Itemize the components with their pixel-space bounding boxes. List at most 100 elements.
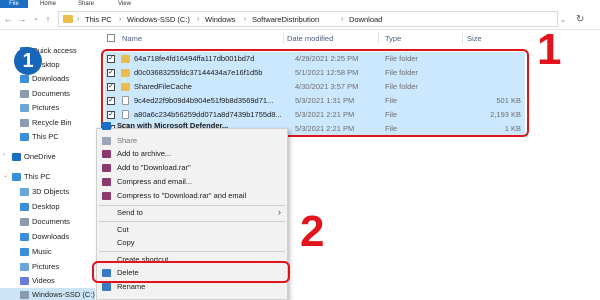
menu-item-label: Send to — [117, 208, 143, 217]
ribbon: File Home Share View — [0, 0, 600, 8]
sidebar-item-label: OneDrive — [24, 152, 56, 161]
forward-arrow-icon[interactable]: → — [16, 13, 28, 25]
share-icon — [102, 137, 111, 145]
crumb-separator: › — [244, 16, 247, 23]
folder-icon — [63, 15, 73, 23]
computer-icon — [12, 173, 21, 181]
column-header-name[interactable]: Name — [122, 34, 142, 43]
archive-icon — [102, 164, 111, 172]
up-arrow-icon[interactable]: ↑ — [42, 13, 54, 25]
recent-locations-icon[interactable]: ⌄ — [30, 13, 42, 25]
sidebar-item-documents[interactable]: Documents — [0, 87, 95, 101]
sidebar-item-this-pc-quick[interactable]: This PC — [0, 130, 95, 144]
menu-separator — [99, 251, 285, 252]
recycle-bin-icon — [20, 119, 29, 127]
menu-item-send-to[interactable]: Send to › — [97, 206, 287, 220]
menu-item-label: Compress to "Download.rar" and email — [117, 191, 247, 200]
tab-share[interactable]: Share — [78, 0, 94, 8]
column-header-date[interactable]: Date modified — [287, 34, 333, 43]
menu-item-label: Add to archive... — [117, 149, 172, 158]
menu-item-label: Scan with Microsoft Defender... — [117, 121, 229, 130]
sidebar-item-label: Recycle Bin — [32, 118, 72, 127]
menu-item-share[interactable]: Share — [97, 134, 287, 148]
step-number-2: 2 — [300, 207, 325, 256]
column-header-type[interactable]: Type — [385, 34, 401, 43]
documents-icon — [20, 90, 29, 98]
archive-icon — [102, 178, 111, 186]
shield-icon — [102, 283, 111, 291]
tab-view[interactable]: View — [118, 0, 131, 8]
breadcrumb-drive[interactable]: Windows-SSD (C:) — [127, 15, 190, 25]
column-divider[interactable] — [283, 32, 284, 44]
navigation-pane: Quick access Desktop Downloads Documents… — [0, 30, 95, 300]
address-dropdown-icon[interactable]: ⌄ — [560, 16, 566, 24]
menu-separator — [99, 221, 285, 222]
menu-item-add-download-rar[interactable]: Add to "Download.rar" — [97, 161, 287, 175]
sidebar-item-label: Pictures — [32, 103, 60, 112]
crumb-separator: › — [77, 16, 80, 23]
column-header-size[interactable]: Size — [467, 34, 482, 43]
menu-item-compress-download-email[interactable]: Compress to "Download.rar" and email — [97, 189, 287, 203]
sidebar-item-downloads-pc[interactable]: Downloads — [0, 230, 95, 244]
sidebar-item-label: Music — [32, 247, 52, 256]
sidebar-item-downloads[interactable]: Downloads — [0, 72, 95, 86]
tab-home[interactable]: Home — [40, 0, 56, 8]
menu-item-cut[interactable]: Cut — [97, 223, 287, 237]
back-arrow-icon[interactable]: ← — [2, 13, 14, 25]
sidebar-item-videos[interactable]: Videos — [0, 274, 95, 288]
file-tab[interactable]: File — [0, 0, 28, 8]
breadcrumb-softwaredistribution[interactable]: SoftwareDistribution — [252, 15, 319, 25]
chevron-right-icon[interactable]: › — [3, 152, 5, 158]
documents-icon — [20, 218, 29, 226]
menu-item-label: Add to "Download.rar" — [117, 163, 191, 172]
sidebar-item-documents-pc[interactable]: Documents — [0, 215, 95, 229]
sidebar-item-recycle-bin[interactable]: Recycle Bin — [0, 116, 95, 130]
sidebar-item-label: Windows-SSD (C:) — [32, 290, 95, 299]
menu-item-scan-defender[interactable]: Scan with Microsoft Defender... — [97, 119, 287, 133]
address-bar[interactable]: › This PC › Windows-SSD (C:) › Windows ›… — [58, 11, 558, 27]
sidebar-item-drive-c[interactable]: Windows-SSD (C:) — [0, 288, 95, 300]
sidebar-item-3d-objects[interactable]: 3D Objects — [0, 185, 95, 199]
column-divider[interactable] — [462, 32, 463, 44]
sidebar-item-label: Desktop — [32, 202, 60, 211]
sidebar-item-music[interactable]: Music — [0, 245, 95, 259]
computer-icon — [20, 133, 29, 141]
cloud-icon — [12, 153, 21, 161]
videos-icon — [20, 277, 29, 285]
breadcrumb-this-pc[interactable]: This PC — [85, 15, 112, 25]
pictures-icon — [20, 104, 29, 112]
chevron-right-icon: › — [278, 207, 281, 217]
select-all-checkbox[interactable] — [107, 34, 115, 42]
sidebar-item-onedrive[interactable]: › OneDrive — [0, 150, 95, 164]
sidebar-item-this-pc[interactable]: ⌄ This PC — [0, 170, 95, 184]
breadcrumb-windows[interactable]: Windows — [205, 15, 235, 25]
sidebar-item-pictures-pc[interactable]: Pictures — [0, 260, 95, 274]
menu-item-copy[interactable]: Copy — [97, 236, 287, 250]
sidebar-item-label: Pictures — [32, 262, 60, 271]
sidebar-item-label: Downloads — [32, 232, 70, 241]
step-number-1: 1 — [537, 25, 562, 74]
sidebar-item-desktop-pc[interactable]: Desktop — [0, 200, 95, 214]
crumb-separator: › — [197, 16, 200, 23]
download-icon — [20, 75, 29, 83]
sidebar-item-label: Downloads — [32, 74, 70, 83]
menu-item-label: Cut — [117, 225, 129, 234]
column-divider[interactable] — [378, 32, 379, 44]
cube-icon — [20, 188, 29, 196]
menu-item-compress-email[interactable]: Compress and email... — [97, 175, 287, 189]
refresh-icon[interactable]: ↻ — [576, 14, 584, 25]
menu-item-label: Compress and email... — [117, 177, 193, 186]
sidebar-item-label: Documents — [32, 217, 70, 226]
menu-item-label: Share — [117, 136, 138, 145]
sidebar-item-label: This PC — [24, 172, 51, 181]
download-icon — [20, 233, 29, 241]
menu-item-label: Rename — [117, 282, 146, 291]
sidebar-item-pictures[interactable]: Pictures — [0, 101, 95, 115]
chevron-down-icon[interactable]: ⌄ — [3, 172, 8, 179]
breadcrumb-download[interactable]: Download — [349, 15, 382, 25]
menu-item-label: Copy — [117, 238, 135, 247]
menu-item-add-archive[interactable]: Add to archive... — [97, 147, 287, 161]
pictures-icon — [20, 263, 29, 271]
address-bar-row: ← → ⌄ ↑ › This PC › Windows-SSD (C:) › W… — [0, 8, 600, 30]
sidebar-item-label: This PC — [32, 132, 59, 141]
